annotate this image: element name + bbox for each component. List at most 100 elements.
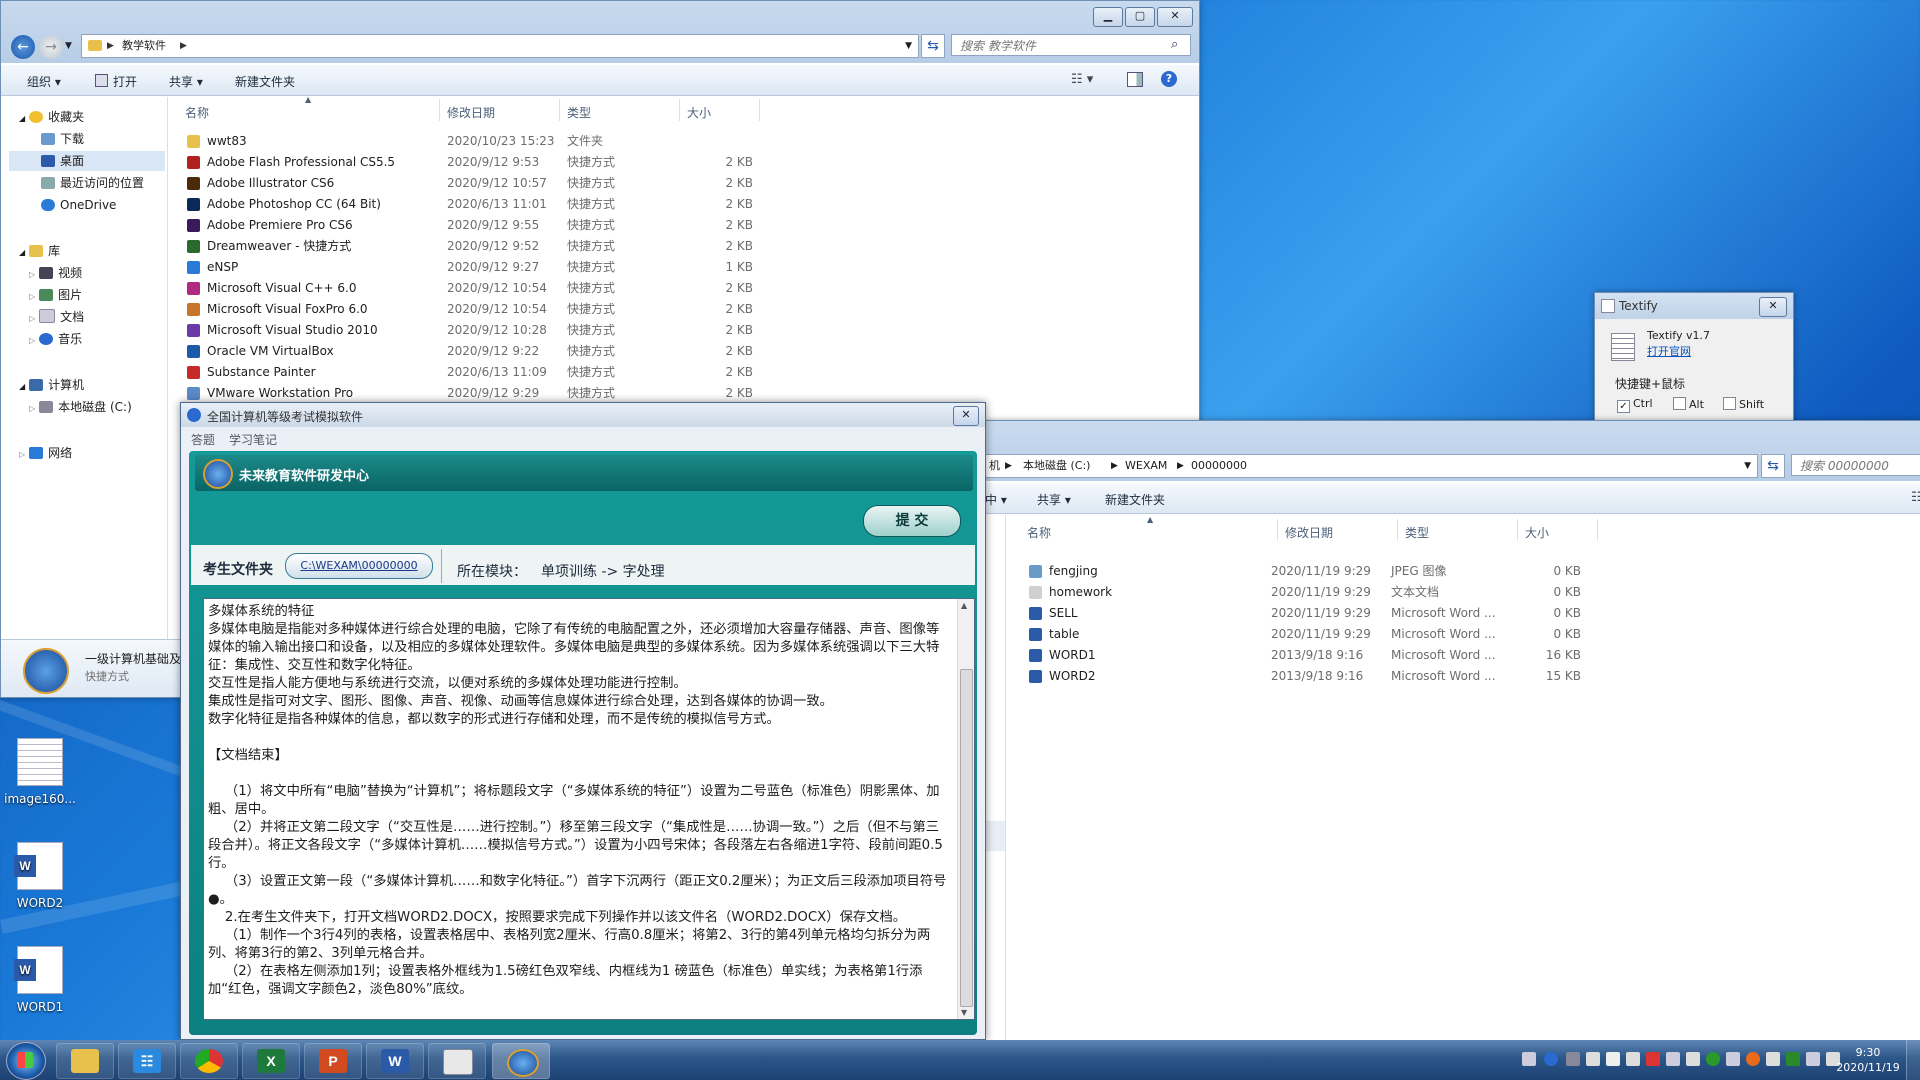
breadcrumb-00000000[interactable]: 00000000 <box>1191 455 1247 477</box>
address-bar[interactable]: 机 ▶ 本地磁盘 (C:) ▶ WEXAM ▶ 00000000 ▼ <box>985 454 1758 478</box>
show-desktop-button[interactable] <box>1906 1040 1920 1080</box>
table-row[interactable]: Adobe Premiere Pro CS6 2020/9/12 9:55 快捷方式… <box>187 215 767 236</box>
organize-button-partial[interactable]: 中 ▾ <box>985 491 1007 508</box>
submit-button[interactable]: 提 交 <box>863 505 961 537</box>
nav-computer[interactable]: ◢ 计算机 <box>19 375 84 395</box>
nav-network[interactable]: ▷ 网络 <box>19 443 72 463</box>
history-dropdown-icon[interactable]: ▼ <box>65 41 72 51</box>
breadcrumb-chevron-icon[interactable]: ▶ <box>1177 455 1184 477</box>
address-dropdown-icon[interactable]: ▼ <box>905 35 912 57</box>
keyboard-icon[interactable] <box>1522 1052 1536 1066</box>
table-row[interactable]: Adobe Illustrator CS6 2020/9/12 10:57 快捷方式… <box>187 173 767 194</box>
collapse-arrow-icon[interactable]: ▷ <box>29 270 35 279</box>
taskbar-start-screen[interactable]: ☷ <box>118 1043 176 1079</box>
organize-button[interactable]: 组织 ▾ <box>27 73 61 90</box>
table-row[interactable]: fengjing 2020/11/19 9:29 JPEG 图像 0 KB <box>1029 561 1589 582</box>
address-bar[interactable]: ▶ 教学软件 ▶ ▼ <box>81 34 919 58</box>
security-icon[interactable] <box>1706 1052 1720 1066</box>
maximize-button[interactable]: ▢ <box>1125 7 1155 27</box>
search-icon[interactable]: ⌕ <box>1171 37 1178 52</box>
column-date[interactable]: 修改日期 <box>447 104 495 121</box>
table-row[interactable]: wwt83 2020/10/23 15:23 文件夹 <box>187 131 767 152</box>
textify-alt-checkbox[interactable]: Alt <box>1673 397 1704 411</box>
table-row[interactable]: table 2020/11/19 9:29 Microsoft Word ... 0 … <box>1029 624 1589 645</box>
collapse-arrow-icon[interactable]: ▷ <box>29 336 35 345</box>
textify-website-link[interactable]: 打开官网 <box>1647 343 1691 359</box>
refresh-icon[interactable]: ⇆ <box>921 34 945 58</box>
table-row[interactable]: Microsoft Visual FoxPro 6.0 2020/9/12 10:… <box>187 299 767 320</box>
view-options-icon[interactable]: ☷ ▾ <box>1071 72 1093 87</box>
new-folder-button[interactable]: 新建文件夹 <box>1105 491 1165 508</box>
pen-icon[interactable] <box>1586 1052 1600 1066</box>
column-size[interactable]: 大小 <box>1525 524 1549 541</box>
column-type[interactable]: 类型 <box>567 104 591 121</box>
table-row[interactable]: eNSP 2020/9/12 9:27 快捷方式 1 KB <box>187 257 767 278</box>
view-options-icon[interactable]: ☷ <box>1911 490 1920 505</box>
breadcrumb-chevron-icon[interactable]: ▶ <box>180 35 187 57</box>
expand-arrow-icon[interactable]: ◢ <box>19 248 25 257</box>
menu-notes[interactable]: 学习笔记 <box>229 431 277 448</box>
column-name[interactable]: 名称 <box>1027 524 1051 541</box>
table-row[interactable]: Microsoft Visual Studio 2010 2020/9/12 10… <box>187 320 767 341</box>
nav-local-disk[interactable]: ▷ 本地磁盘 (C:) <box>29 397 132 417</box>
help-icon[interactable]: ? <box>1161 71 1177 87</box>
shield-icon[interactable] <box>1786 1052 1800 1066</box>
table-row[interactable]: Substance Painter 2020/6/13 11:09 快捷方式 2 KB <box>187 362 767 383</box>
share-button[interactable]: 共享 ▾ <box>1037 491 1071 508</box>
notes-icon[interactable] <box>1606 1052 1620 1066</box>
nav-libraries[interactable]: ◢ 库 <box>19 241 60 261</box>
breadcrumb-computer[interactable]: 机 <box>989 455 1000 477</box>
exam-close-button[interactable]: ✕ <box>953 406 979 426</box>
taskbar-exam-software[interactable] <box>492 1043 550 1079</box>
nav-music[interactable]: ▷ 音乐 <box>29 329 82 349</box>
nav-favorites[interactable]: ◢ 收藏夹 <box>19 107 84 127</box>
forward-icon[interactable]: → <box>39 35 63 59</box>
help-icon[interactable] <box>1544 1052 1558 1066</box>
table-row[interactable]: homework 2020/11/19 9:29 文本文档 0 KB <box>1029 582 1589 603</box>
nav-pictures[interactable]: ▷ 图片 <box>29 285 82 305</box>
open-button[interactable]: 打开 <box>113 73 137 90</box>
taskbar-textify[interactable] <box>428 1043 486 1079</box>
column-name[interactable]: 名称 <box>185 104 209 121</box>
desktop-icon-word2[interactable]: W WORD2 <box>0 842 80 910</box>
nav-recent[interactable]: 最近访问的位置 <box>41 173 144 193</box>
minimize-button[interactable]: ▁ <box>1093 7 1123 27</box>
taskbar-word[interactable]: W <box>366 1043 424 1079</box>
taskbar-chrome[interactable] <box>180 1043 238 1079</box>
breadcrumb-chevron-icon[interactable]: ▶ <box>1111 455 1118 477</box>
menu-answer[interactable]: 答题 <box>191 431 215 448</box>
monitor-icon[interactable] <box>1806 1052 1820 1066</box>
table-row[interactable]: Adobe Flash Professional CS5.5 2020/9/12 … <box>187 152 767 173</box>
desktop-icon-word1[interactable]: W WORD1 <box>0 946 80 1014</box>
scroll-up-icon[interactable]: ▲ <box>961 601 967 610</box>
vertical-scrollbar[interactable]: ▲ ▼ <box>957 599 974 1019</box>
ime-icon[interactable] <box>1646 1052 1660 1066</box>
flag-icon[interactable] <box>1626 1052 1640 1066</box>
column-type[interactable]: 类型 <box>1405 524 1429 541</box>
table-row[interactable]: WORD1 2013/9/18 9:16 Microsoft Word ... 16 … <box>1029 645 1589 666</box>
textify-shift-checkbox[interactable]: Shift <box>1723 397 1764 411</box>
table-row[interactable]: Microsoft Visual C++ 6.0 2020/9/12 10:54 快… <box>187 278 767 299</box>
expand-arrow-icon[interactable]: ◢ <box>19 114 25 123</box>
scroll-thumb[interactable] <box>960 669 973 1007</box>
nav-documents[interactable]: ▷ 文档 <box>29 307 84 327</box>
battery-icon[interactable] <box>1766 1052 1780 1066</box>
desktop-icon-image[interactable]: image160... <box>0 738 80 806</box>
nav-onedrive[interactable]: OneDrive <box>41 195 116 215</box>
taskbar-explorer[interactable] <box>56 1043 114 1079</box>
share-button[interactable]: 共享 ▾ <box>169 73 203 90</box>
back-icon[interactable]: ← <box>11 35 35 59</box>
network-icon[interactable] <box>1666 1052 1680 1066</box>
preview-pane-icon[interactable] <box>1127 72 1143 87</box>
column-size[interactable]: 大小 <box>687 104 711 121</box>
breadcrumb-wexam[interactable]: WEXAM <box>1125 455 1167 477</box>
address-dropdown-icon[interactable]: ▼ <box>1744 455 1751 477</box>
collapse-arrow-icon[interactable]: ▷ <box>29 292 35 301</box>
nav-videos[interactable]: ▷ 视频 <box>29 263 82 283</box>
table-row[interactable]: SELL 2020/11/19 9:29 Microsoft Word ... 0 K… <box>1029 603 1589 624</box>
folder-path-button[interactable]: C:\WEXAM\00000000 <box>285 553 433 579</box>
display-icon[interactable] <box>1726 1052 1740 1066</box>
textify-ctrl-checkbox[interactable]: ✓ Ctrl <box>1617 397 1653 413</box>
expand-arrow-icon[interactable]: ◢ <box>19 382 25 391</box>
collapse-arrow-icon[interactable]: ▷ <box>19 450 25 459</box>
